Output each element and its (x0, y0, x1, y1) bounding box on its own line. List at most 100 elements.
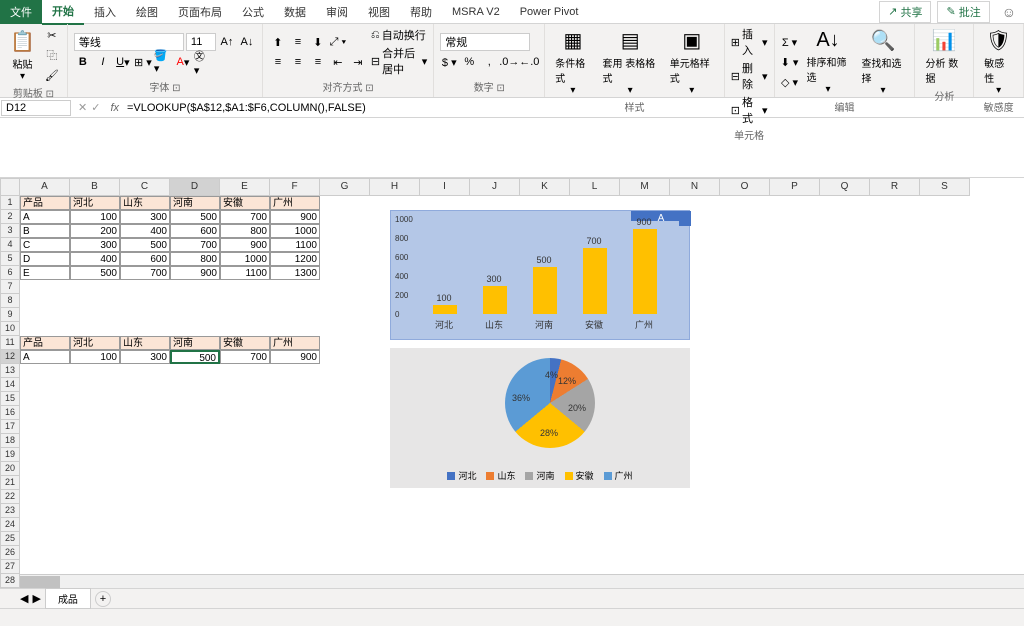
cell[interactable]: 1300 (270, 266, 320, 280)
cell[interactable]: 安徽 (220, 336, 270, 350)
tab-formula[interactable]: 公式 (232, 0, 274, 24)
cell[interactable]: 700 (220, 350, 270, 364)
inc-decimal-icon[interactable]: .0→ (500, 53, 518, 71)
dec-decimal-icon[interactable]: ←.0 (520, 53, 538, 71)
enter-formula-icon[interactable]: ✓ (91, 101, 100, 114)
cell[interactable]: 900 (270, 210, 320, 224)
cell[interactable]: 1000 (270, 224, 320, 238)
cell[interactable]: 1000 (220, 252, 270, 266)
tab-msra[interactable]: MSRA V2 (442, 2, 510, 22)
row-header[interactable]: 23 (0, 504, 20, 518)
cell[interactable]: 1100 (220, 266, 270, 280)
cell[interactable]: 500 (170, 210, 220, 224)
formula-bar[interactable]: =VLOOKUP($A$12,$A1:$F6,COLUMN(),FALSE) (123, 101, 1024, 115)
cell[interactable]: 安徽 (220, 196, 270, 210)
col-header[interactable]: J (470, 178, 520, 196)
cancel-formula-icon[interactable]: ✕ (78, 101, 87, 114)
col-header[interactable]: D (170, 178, 220, 196)
cell[interactable]: 400 (120, 224, 170, 238)
share-button[interactable]: ↗ 共享 (879, 1, 931, 23)
cell[interactable]: E (20, 266, 70, 280)
col-header[interactable]: C (120, 178, 170, 196)
cell[interactable]: 1200 (270, 252, 320, 266)
cell[interactable]: 900 (170, 266, 220, 280)
cell[interactable]: 800 (170, 252, 220, 266)
cell[interactable]: 山东 (120, 336, 170, 350)
align-left-icon[interactable]: ≡ (269, 53, 287, 71)
insert-cells-button[interactable]: ⊞ 插入 ▾ (731, 26, 768, 58)
name-box[interactable] (1, 100, 71, 116)
row-header[interactable]: 3 (0, 224, 20, 238)
cond-format-button[interactable]: ▦条件格式 ▾ (551, 26, 594, 98)
row-header[interactable]: 19 (0, 448, 20, 462)
cell[interactable]: 产品 (20, 196, 70, 210)
row-header[interactable]: 22 (0, 490, 20, 504)
align-center-icon[interactable]: ≡ (289, 53, 307, 71)
italic-icon[interactable]: I (94, 53, 112, 71)
cell[interactable]: 300 (120, 350, 170, 364)
tab-layout[interactable]: 页面布局 (168, 0, 232, 24)
cell[interactable]: D (20, 252, 70, 266)
tab-file[interactable]: 文件 (0, 0, 42, 24)
cell[interactable]: 900 (220, 238, 270, 252)
cell[interactable]: 900 (270, 350, 320, 364)
row-header[interactable]: 17 (0, 420, 20, 434)
sort-filter-button[interactable]: A↓排序和筛选 ▾ (803, 27, 854, 97)
underline-icon[interactable]: U ▾ (114, 53, 132, 71)
row-header[interactable]: 25 (0, 532, 20, 546)
row-header[interactable]: 14 (0, 378, 20, 392)
row-header[interactable]: 18 (0, 434, 20, 448)
autosum-icon[interactable]: Σ ▾ (781, 33, 799, 51)
bold-icon[interactable]: B (74, 53, 92, 71)
cell[interactable]: 河北 (70, 336, 120, 350)
row-header[interactable]: 24 (0, 518, 20, 532)
col-header[interactable]: Q (820, 178, 870, 196)
col-header[interactable]: F (270, 178, 320, 196)
orientation-icon[interactable]: ⤢ ▾ (329, 33, 347, 51)
tab-draw[interactable]: 绘图 (126, 0, 168, 24)
col-header[interactable]: N (670, 178, 720, 196)
cell[interactable]: A (20, 350, 70, 364)
cell[interactable]: 100 (70, 350, 120, 364)
row-header[interactable]: 6 (0, 266, 20, 280)
tab-data[interactable]: 数据 (274, 0, 316, 24)
phonetic-icon[interactable]: ㉆ ▾ (194, 53, 212, 71)
tab-home[interactable]: 开始 (42, 0, 84, 25)
row-header[interactable]: 11 (0, 336, 20, 350)
cell[interactable]: 河北 (70, 196, 120, 210)
align-top-icon[interactable]: ⬆ (269, 33, 287, 51)
row-header[interactable]: 9 (0, 308, 20, 322)
indent-dec-icon[interactable]: ⇤ (329, 53, 347, 71)
sheet-tab[interactable]: 成品 (45, 588, 91, 609)
sensitivity-button[interactable]: 🛡敏感 性 ▾ (980, 26, 1017, 98)
row-header[interactable]: 12 (0, 350, 20, 364)
col-header[interactable]: K (520, 178, 570, 196)
row-header[interactable]: 21 (0, 476, 20, 490)
cell[interactable]: 200 (70, 224, 120, 238)
currency-icon[interactable]: $ ▾ (440, 53, 458, 71)
fill-color-icon[interactable]: 🪣 ▾ (154, 53, 172, 71)
delete-cells-button[interactable]: ⊟ 删除 ▾ (731, 60, 768, 92)
cell[interactable]: 600 (170, 224, 220, 238)
percent-icon[interactable]: % (460, 53, 478, 71)
col-header[interactable]: S (920, 178, 970, 196)
cell[interactable]: 500 (170, 350, 220, 364)
merge-center-button[interactable]: ⊟合并后居中 ▾ (371, 45, 427, 77)
row-header[interactable]: 28 (0, 574, 20, 588)
cut-icon[interactable]: ✂ (43, 26, 61, 44)
paste-button[interactable]: 📋粘贴 ▾ (6, 27, 39, 84)
cell[interactable]: 河南 (170, 336, 220, 350)
cell[interactable]: 广州 (270, 336, 320, 350)
fill-icon[interactable]: ⬇ ▾ (781, 53, 799, 71)
row-header[interactable]: 27 (0, 560, 20, 574)
pie-chart[interactable]: 4% 12% 20% 28% 36% 河北山东河南安徽广州 (390, 348, 690, 488)
row-header[interactable]: 20 (0, 462, 20, 476)
clear-icon[interactable]: ◇ ▾ (781, 73, 799, 91)
font-color-icon[interactable]: A ▾ (174, 53, 192, 71)
increase-font-icon[interactable]: A↑ (218, 33, 236, 51)
cell[interactable]: 300 (120, 210, 170, 224)
tab-view[interactable]: 视图 (358, 0, 400, 24)
align-middle-icon[interactable]: ≡ (289, 33, 307, 51)
table-format-button[interactable]: ▤套用 表格格式 ▾ (599, 26, 662, 98)
border-icon[interactable]: ⊞ ▾ (134, 53, 152, 71)
